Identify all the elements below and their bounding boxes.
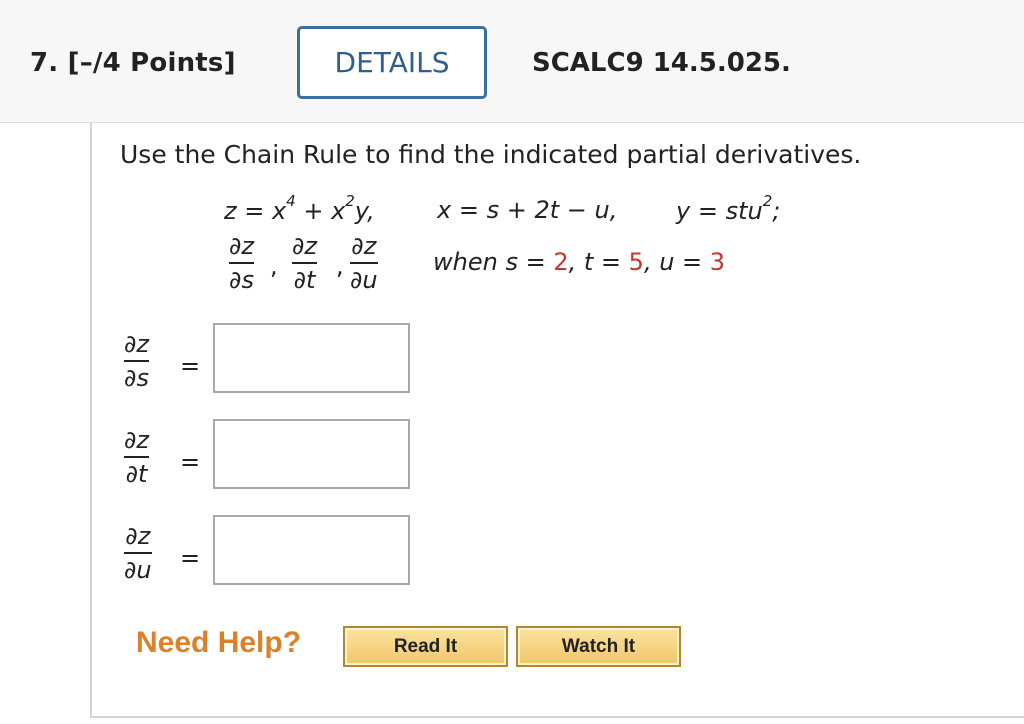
partial-z-u: ∂z ∂u (350, 232, 378, 294)
equals-sign: = (180, 448, 201, 476)
answer-label-s: ∂z ∂s (124, 330, 150, 392)
evaluation-point: when s = 2, t = 5, u = 3 (433, 248, 726, 276)
equals-sign: = (180, 352, 201, 380)
details-button[interactable]: DETAILS (297, 26, 487, 99)
equals-sign: = (180, 544, 201, 572)
answer-input-dz-du[interactable] (213, 515, 410, 585)
s-value: 2 (553, 248, 569, 276)
partial-z-s: ∂z ∂s (229, 232, 255, 294)
z-equation: z = x4 + x2y, (224, 192, 375, 225)
question-title: 7. [–/4 Points] (30, 48, 236, 78)
answer-label-t: ∂z ∂t (124, 426, 150, 488)
answer-input-dz-dt[interactable] (213, 419, 410, 489)
watch-it-button[interactable]: Watch It (516, 626, 681, 667)
need-help-label: Need Help? (136, 626, 302, 659)
points-label: [–/4 Points] (67, 48, 236, 78)
problem-reference: SCALC9 14.5.025. (532, 48, 791, 78)
answer-input-dz-ds[interactable] (213, 323, 410, 393)
t-value: 5 (628, 248, 644, 276)
x-equation: x = s + 2t − u, (437, 196, 618, 224)
y-equation: y = stu2; (676, 192, 781, 225)
partial-z-t: ∂z ∂t (292, 232, 318, 294)
question-header: 7. [–/4 Points] DETAILS SCALC9 14.5.025. (0, 0, 1024, 123)
problem-prompt: Use the Chain Rule to find the indicated… (120, 140, 862, 169)
read-it-button[interactable]: Read It (343, 626, 508, 667)
answer-label-u: ∂z ∂u (124, 522, 152, 584)
question-number: 7. (30, 48, 59, 78)
u-value: 3 (709, 248, 726, 276)
